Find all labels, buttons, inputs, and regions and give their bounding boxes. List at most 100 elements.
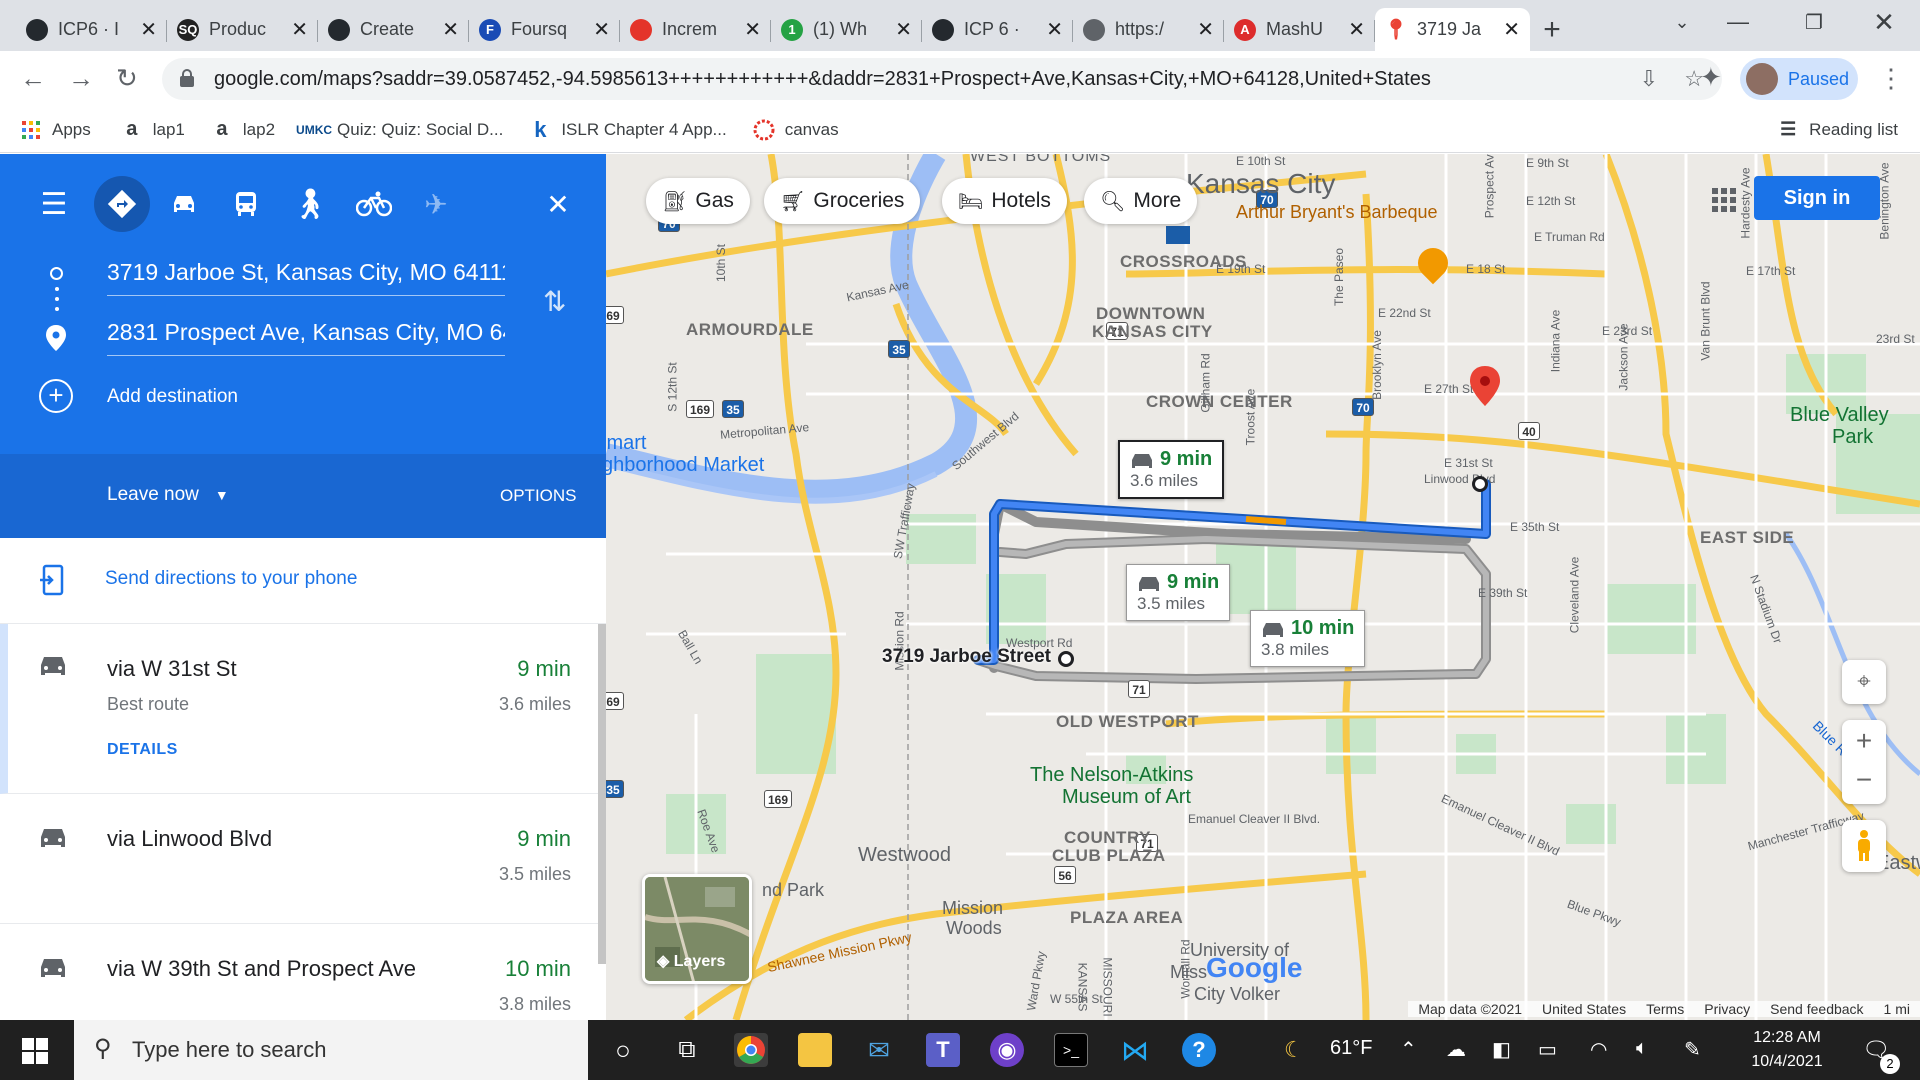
close-tab-icon[interactable]: ✕: [895, 17, 912, 42]
route-details-link[interactable]: DETAILS: [107, 741, 178, 759]
chrome-icon[interactable]: [734, 1033, 768, 1067]
menu-icon[interactable]: ⋮: [1878, 63, 1904, 94]
origin-marker-icon[interactable]: [1058, 651, 1074, 667]
close-directions-icon[interactable]: ✕: [530, 176, 586, 232]
close-tab-icon[interactable]: ✕: [744, 17, 761, 42]
windows-start-icon[interactable]: [22, 1038, 48, 1069]
more-chip[interactable]: 🔍︎ More: [1084, 178, 1198, 224]
tray-chevron-icon[interactable]: ⌃: [1400, 1037, 1417, 1062]
gas-chip[interactable]: ⛽︎ Gas: [646, 178, 750, 224]
bookmark-apps[interactable]: Apps: [20, 119, 91, 141]
pen-icon[interactable]: ✎: [1684, 1037, 1701, 1062]
route-bubble-3[interactable]: 10 min 3.8 miles: [1250, 610, 1366, 667]
map-footer-item[interactable]: United States: [1532, 1001, 1637, 1017]
map-footer-item[interactable]: 1 mi: [1873, 1001, 1920, 1017]
my-location-button[interactable]: ⌖: [1842, 660, 1886, 704]
close-tab-icon[interactable]: ✕: [1503, 17, 1520, 42]
close-tab-icon[interactable]: ✕: [291, 17, 308, 42]
add-destination-link[interactable]: Add destination: [107, 386, 238, 408]
clock[interactable]: 12:28 AM 10/4/2021: [1732, 1026, 1842, 1074]
add-destination-icon[interactable]: +: [39, 379, 73, 413]
route-bubble-2[interactable]: 9 min 3.5 miles: [1126, 564, 1231, 621]
map-footer-item[interactable]: Send feedback: [1760, 1001, 1874, 1017]
swap-icon[interactable]: ⇅: [543, 285, 566, 318]
flight-mode-icon[interactable]: ✈: [408, 176, 464, 232]
leave-now-dropdown[interactable]: Leave now ▼: [107, 484, 229, 506]
close-tab-icon[interactable]: ✕: [442, 17, 459, 42]
car-mode-icon[interactable]: [156, 176, 212, 232]
reading-list-button[interactable]: ☰ Reading list: [1777, 119, 1898, 141]
minimize-button[interactable]: —: [1700, 0, 1776, 44]
pegman-button[interactable]: [1842, 820, 1886, 872]
cloud-icon[interactable]: ☁: [1446, 1037, 1466, 1062]
profile-button[interactable]: Paused: [1740, 58, 1858, 100]
cortana-icon[interactable]: ○: [606, 1033, 640, 1067]
best-mode-icon[interactable]: [94, 176, 150, 232]
browser-tab[interactable]: ICP6 · I ✕: [16, 8, 167, 51]
restore-button[interactable]: ❐: [1776, 0, 1852, 44]
mail-icon[interactable]: ✉: [862, 1033, 896, 1067]
forward-button[interactable]: →: [68, 63, 94, 94]
browser-tab[interactable]: A MashU ✕: [1224, 8, 1375, 51]
zoom-in-button[interactable]: +: [1856, 720, 1872, 762]
transit-mode-icon[interactable]: [218, 176, 274, 232]
back-button[interactable]: ←: [20, 63, 46, 94]
bike-mode-icon[interactable]: [346, 176, 402, 232]
menu-icon[interactable]: ☰: [26, 176, 82, 232]
github-desktop-icon[interactable]: ◉: [990, 1033, 1024, 1067]
reload-button[interactable]: ↻: [116, 63, 138, 94]
help-icon[interactable]: ?: [1182, 1033, 1216, 1067]
close-tab-icon[interactable]: ✕: [140, 17, 157, 42]
task-view-icon[interactable]: ⧉: [670, 1033, 704, 1067]
map-footer-item[interactable]: Privacy: [1694, 1001, 1761, 1017]
zoom-out-button[interactable]: −: [1856, 762, 1872, 804]
route-option-1[interactable]: via W 31st St 9 min Best route 3.6 miles…: [0, 624, 606, 794]
close-window-button[interactable]: ✕: [1846, 0, 1920, 44]
browser-tab[interactable]: ICP 6 · ✕: [922, 8, 1073, 51]
install-icon[interactable]: ⇩: [1640, 66, 1658, 92]
vscode-icon[interactable]: ⋈: [1118, 1033, 1152, 1067]
route-option-3[interactable]: via W 39th St and Prospect Ave 10 min 3.…: [0, 924, 606, 1020]
weather-icon[interactable]: ☾: [1284, 1037, 1304, 1063]
browser-tab[interactable]: F Foursq ✕: [469, 8, 620, 51]
map-footer-item[interactable]: Terms: [1636, 1001, 1695, 1017]
volume-icon[interactable]: 🔈︎: [1636, 1037, 1648, 1060]
walk-mode-icon[interactable]: 🚶︎: [282, 176, 338, 232]
close-tab-icon[interactable]: ✕: [1197, 17, 1214, 42]
route-bubble-1[interactable]: 9 min 3.6 miles: [1118, 440, 1225, 499]
sign-in-button[interactable]: Sign in: [1754, 176, 1880, 220]
close-tab-icon[interactable]: ✕: [1046, 17, 1063, 42]
options-button[interactable]: OPTIONS: [500, 486, 577, 506]
layers-button[interactable]: ◈ Layers: [642, 874, 752, 984]
battery-icon[interactable]: ▭: [1538, 1037, 1557, 1062]
file-explorer-icon[interactable]: [798, 1033, 832, 1067]
browser-tab[interactable]: 1 (1) Wh ✕: [771, 8, 922, 51]
terminal-icon[interactable]: >_: [1054, 1033, 1088, 1067]
new-tab-button[interactable]: +: [1530, 8, 1574, 51]
origin-input[interactable]: 3719 Jarboe St, Kansas City, MO 64111: [107, 250, 505, 296]
extensions-icon[interactable]: ✦: [1700, 62, 1722, 93]
browser-tab[interactable]: Increm ✕: [620, 8, 771, 51]
address-bar[interactable]: google.com/maps?saddr=39.0587452,-94.598…: [162, 58, 1722, 100]
teams-icon[interactable]: T: [926, 1033, 960, 1067]
tray-app-icon[interactable]: ◧: [1492, 1037, 1511, 1062]
browser-tab[interactable]: https:/ ✕: [1073, 8, 1224, 51]
panel-scrollbar[interactable]: [598, 624, 606, 964]
destination-input[interactable]: 2831 Prospect Ave, Kansas City, MO 64128: [107, 310, 505, 356]
bookmark-lap2[interactable]: a lap2: [211, 118, 275, 141]
browser-tab[interactable]: Create ✕: [318, 8, 469, 51]
browser-tab[interactable]: 📍︎ 3719 Ja ✕: [1375, 8, 1530, 51]
groceries-chip[interactable]: 🛒︎ Groceries: [764, 178, 921, 224]
destination-pin-icon[interactable]: [1470, 366, 1500, 411]
bookmark-lap1[interactable]: a lap1: [121, 118, 185, 141]
route-option-2[interactable]: via Linwood Blvd 9 min 3.5 miles: [0, 794, 606, 924]
bookmark-canvas[interactable]: canvas: [753, 119, 839, 141]
close-tab-icon[interactable]: ✕: [593, 17, 610, 42]
google-apps-icon[interactable]: [1712, 188, 1736, 212]
browser-tab[interactable]: SQ Produc ✕: [167, 8, 318, 51]
bookmark-islr[interactable]: k ISLR Chapter 4 App...: [529, 117, 727, 142]
bookmark-quiz[interactable]: UMKC Quiz: Quiz: Social D...: [296, 119, 503, 141]
weather-temp[interactable]: 61°F: [1330, 1037, 1372, 1060]
close-tab-icon[interactable]: ✕: [1348, 17, 1365, 42]
hotels-chip[interactable]: 🛏︎ Hotels: [942, 178, 1067, 224]
